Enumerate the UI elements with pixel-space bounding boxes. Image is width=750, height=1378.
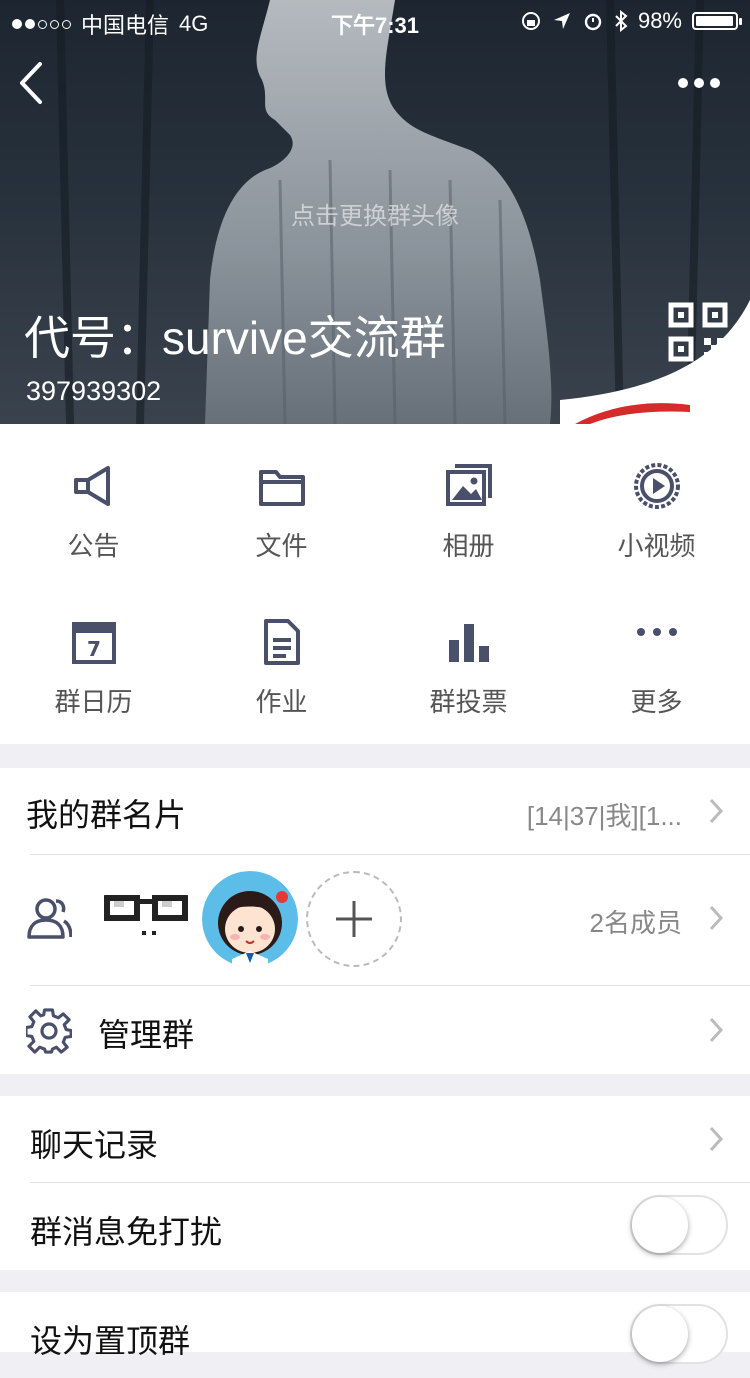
bar-chart-icon bbox=[448, 624, 489, 662]
calendar-day: 7 bbox=[87, 637, 101, 661]
status-bar: 中国电信 4G 下午7:31 98% bbox=[0, 0, 750, 40]
megaphone-icon bbox=[73, 466, 110, 506]
do-not-disturb-toggle[interactable] bbox=[630, 1195, 728, 1255]
my-group-card-label: 我的群名片 bbox=[26, 797, 187, 833]
grid-item-vote[interactable]: 群投票 bbox=[375, 580, 562, 720]
pin-group-label: 设为置顶群 bbox=[30, 1323, 191, 1359]
grid-item-label: 群日历 bbox=[54, 687, 133, 717]
plus-icon bbox=[336, 901, 372, 937]
group-info-card: 我的群名片 [14|37|我][1... 2名成员 管理群 bbox=[0, 768, 750, 1074]
toggle-knob bbox=[632, 1306, 688, 1362]
calendar-icon: 7 bbox=[71, 622, 116, 664]
member-count: 2名成员 bbox=[589, 908, 682, 938]
group-header: 中国电信 4G 下午7:31 98% 点击更换群头像 代号：survive交流群… bbox=[0, 0, 750, 424]
grid-item-label: 公告 bbox=[67, 531, 120, 561]
battery-icon bbox=[692, 12, 742, 30]
change-avatar-hint[interactable]: 点击更换群头像 bbox=[0, 196, 750, 231]
orientation-lock-icon bbox=[521, 12, 540, 30]
folder-icon bbox=[258, 470, 305, 506]
member-avatar[interactable] bbox=[202, 871, 298, 967]
more-options-button[interactable] bbox=[678, 72, 722, 94]
video-play-icon bbox=[633, 463, 680, 509]
grid-item-album[interactable]: 相册 bbox=[375, 424, 562, 564]
photo-album-icon bbox=[445, 464, 492, 506]
grid-item-label: 小视频 bbox=[617, 531, 696, 561]
grid-item-label: 相册 bbox=[442, 531, 495, 561]
chat-settings-card: 聊天记录 群消息免打扰 bbox=[0, 1096, 750, 1270]
my-group-card-value: [14|37|我][1... bbox=[526, 801, 682, 831]
members-icon bbox=[27, 898, 72, 939]
my-group-card-row[interactable]: 我的群名片 [14|37|我][1... bbox=[0, 768, 750, 854]
chat-history-row[interactable]: 聊天记录 bbox=[0, 1096, 750, 1182]
do-not-disturb-row: 群消息免打扰 bbox=[0, 1183, 750, 1270]
feature-grid: 公告 文件 相册 小视频 7 群日历 作业 群投票 更多 bbox=[0, 424, 750, 744]
do-not-disturb-label: 群消息免打扰 bbox=[30, 1214, 223, 1250]
members-row[interactable]: 2名成员 bbox=[0, 855, 750, 985]
girl-avatar-image bbox=[202, 871, 298, 967]
grid-item-files[interactable]: 文件 bbox=[188, 424, 375, 564]
chat-history-label: 聊天记录 bbox=[30, 1127, 159, 1163]
gear-icon bbox=[26, 1008, 72, 1054]
grid-item-label: 文件 bbox=[255, 531, 308, 561]
add-member-button[interactable] bbox=[306, 871, 402, 967]
bluetooth-icon bbox=[615, 10, 628, 32]
pin-group-toggle[interactable] bbox=[630, 1304, 728, 1364]
back-button[interactable] bbox=[14, 58, 54, 108]
grid-item-calendar[interactable]: 7 群日历 bbox=[0, 580, 187, 720]
group-id: 397939302 bbox=[26, 376, 162, 406]
group-name: 代号：survive交流群 bbox=[24, 312, 446, 364]
grid-item-short-video[interactable]: 小视频 bbox=[563, 424, 750, 564]
location-icon bbox=[553, 13, 570, 29]
manage-group-row[interactable]: 管理群 bbox=[0, 986, 750, 1074]
battery-percent: 98% bbox=[637, 8, 682, 33]
chevron-right-icon bbox=[709, 1126, 724, 1152]
chevron-right-icon bbox=[709, 1017, 724, 1043]
qr-code-button[interactable] bbox=[668, 302, 728, 362]
glasses-avatar-image bbox=[98, 871, 194, 967]
chevron-right-icon bbox=[709, 905, 724, 931]
alarm-icon bbox=[584, 13, 602, 31]
manage-group-label: 管理群 bbox=[98, 1017, 195, 1053]
chevron-right-icon bbox=[709, 798, 724, 824]
grid-item-homework[interactable]: 作业 bbox=[188, 580, 375, 720]
grid-item-label: 群投票 bbox=[429, 687, 508, 717]
member-avatar[interactable] bbox=[98, 871, 194, 967]
grid-item-more[interactable]: 更多 bbox=[563, 580, 750, 720]
toggle-knob bbox=[632, 1197, 688, 1253]
grid-item-label: 作业 bbox=[255, 687, 308, 717]
more-dots-icon bbox=[636, 628, 677, 636]
pin-group-row: 设为置顶群 bbox=[0, 1292, 750, 1378]
grid-item-announcement[interactable]: 公告 bbox=[0, 424, 187, 564]
grid-item-label: 更多 bbox=[630, 687, 683, 717]
document-icon bbox=[263, 619, 300, 665]
pin-settings-card: 设为置顶群 bbox=[0, 1292, 750, 1364]
